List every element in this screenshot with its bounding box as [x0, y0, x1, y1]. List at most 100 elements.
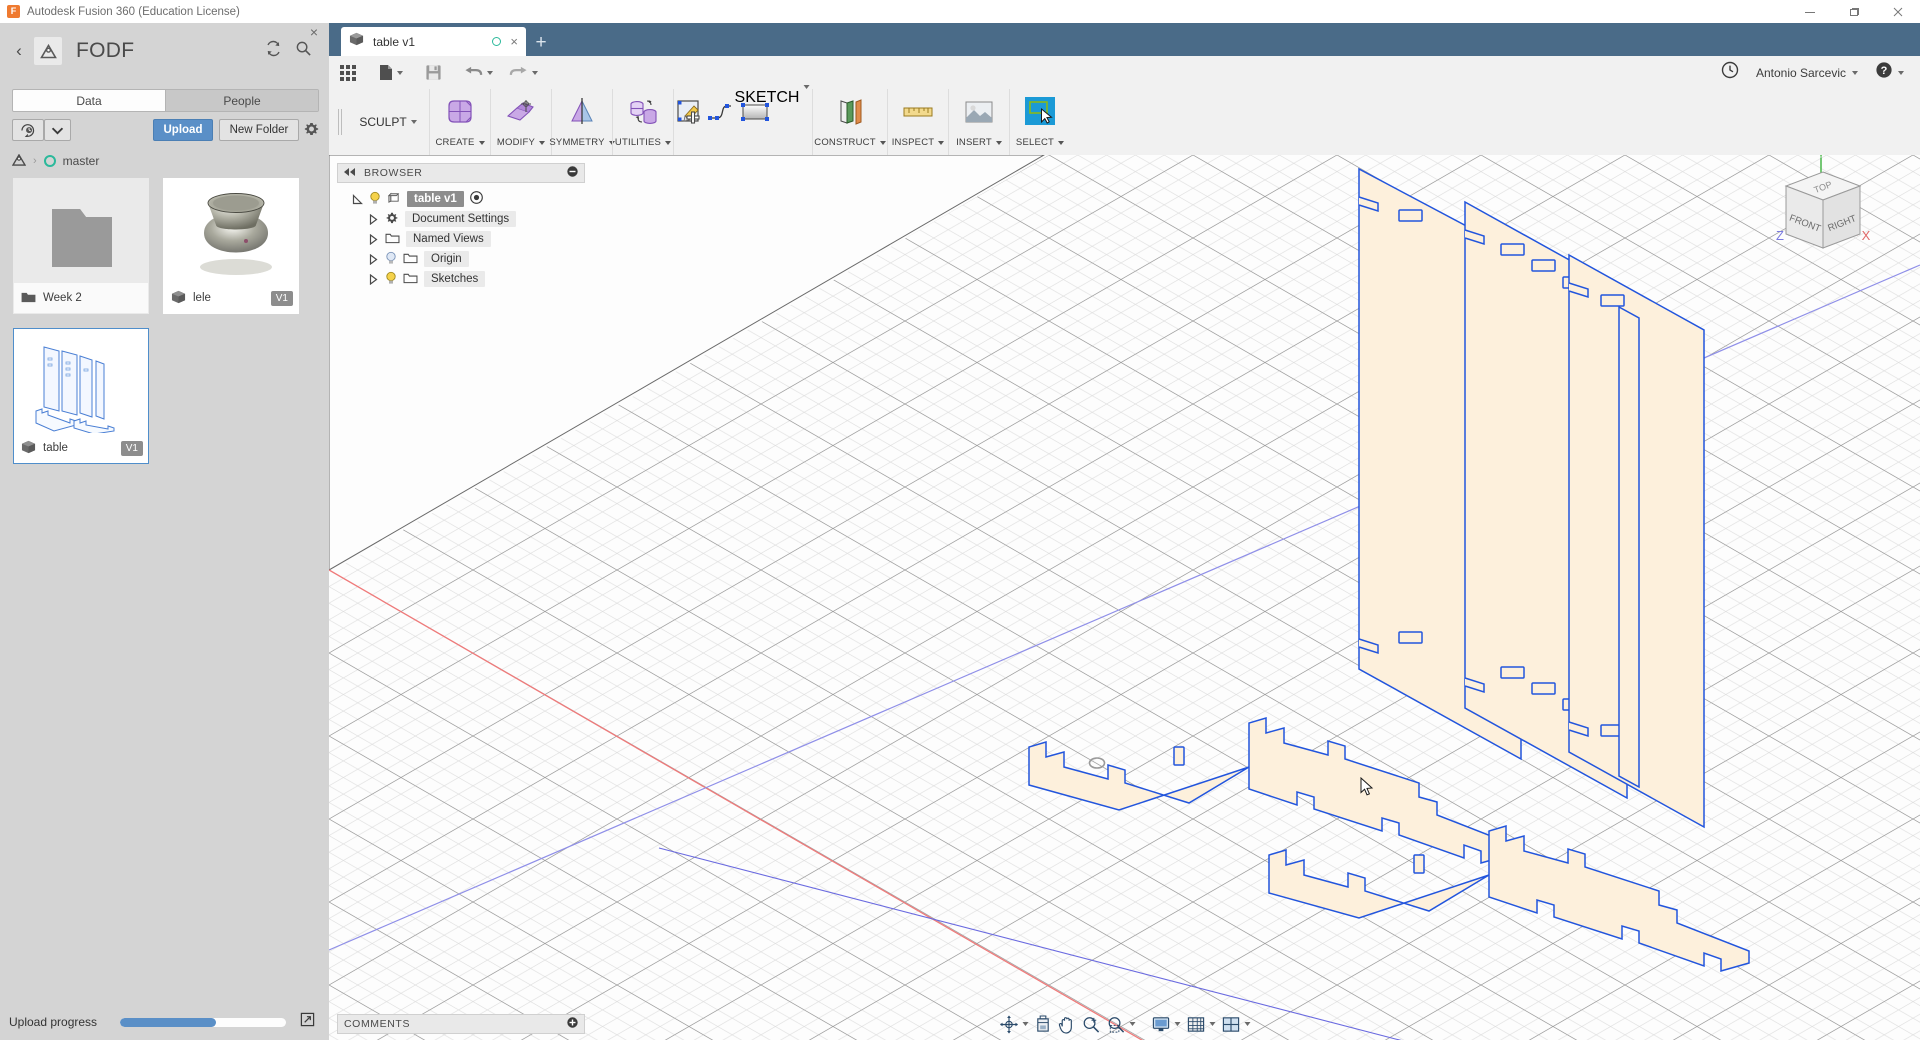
ribbon-insert-button[interactable]: INSERT: [949, 89, 1009, 155]
close-icon[interactable]: [1876, 0, 1920, 23]
data-item-week-2[interactable]: Week 2: [13, 178, 149, 314]
tree-node-named-views[interactable]: Named Views: [337, 229, 585, 249]
data-item-lele[interactable]: lele V1: [163, 178, 299, 314]
expand-icon[interactable]: [300, 1012, 315, 1032]
collapse-left-icon[interactable]: [344, 167, 356, 179]
view-front-icon[interactable]: [1032, 1012, 1053, 1036]
minus-circle-icon[interactable]: [567, 166, 578, 180]
expand-triangle-icon[interactable]: [367, 233, 379, 245]
tree-node-sketches[interactable]: Sketches: [337, 269, 585, 289]
chevron-down-icon[interactable]: [532, 70, 538, 75]
display-settings-icon[interactable]: [1149, 1012, 1182, 1036]
breadcrumb-project[interactable]: master: [63, 154, 100, 168]
expand-triangle-icon[interactable]: [351, 193, 363, 205]
maximize-icon[interactable]: [1832, 0, 1876, 23]
tree-node-table-v1[interactable]: table v1: [337, 189, 585, 209]
ribbon-spline-button[interactable]: [706, 89, 738, 155]
expand-triangle-icon[interactable]: [367, 273, 379, 285]
document-tab-strip: table v1 × +: [329, 23, 1920, 56]
chevron-down-icon[interactable]: [487, 70, 493, 75]
ribbon-modify-button[interactable]: MODIFY: [491, 89, 551, 155]
visibility-eye-icon[interactable]: [469, 191, 483, 207]
data-panel-header-actions: [265, 40, 312, 62]
ribbon-inspect-button[interactable]: INSPECT: [888, 89, 948, 155]
tab-data[interactable]: Data: [13, 90, 165, 111]
ribbon-construct-button[interactable]: CONSTRUCT: [813, 89, 887, 155]
comments-title: COMMENTS: [344, 1018, 411, 1030]
chevron-down-icon[interactable]: [397, 70, 403, 75]
data-item-table[interactable]: table V1: [13, 328, 149, 464]
chevron-down-icon[interactable]: [44, 119, 71, 141]
chevron-down-icon[interactable]: [1129, 1022, 1135, 1026]
plus-circle-icon[interactable]: [567, 1017, 578, 1031]
chevron-down-icon[interactable]: [1244, 1022, 1250, 1026]
expand-triangle-icon[interactable]: [367, 213, 379, 225]
chevron-down-icon[interactable]: [1852, 70, 1858, 75]
bulb-icon[interactable]: [385, 271, 397, 288]
ribbon-grip[interactable]: [329, 89, 347, 155]
pan-hand-icon[interactable]: [1055, 1012, 1077, 1036]
folder-icon: [403, 272, 418, 287]
ribbon-group-insert: INSERT: [948, 89, 1009, 155]
job-status-icon[interactable]: [1721, 61, 1739, 84]
save-icon[interactable]: [425, 56, 442, 89]
undo-icon[interactable]: [464, 56, 493, 89]
hub-icon[interactable]: [11, 153, 27, 169]
chevron-down-icon[interactable]: [1022, 1022, 1028, 1026]
tab-people[interactable]: People: [165, 90, 318, 111]
view-cube[interactable]: Y Z X TOP FRONT RIGHT: [1758, 155, 1888, 270]
design-icon: [171, 290, 186, 307]
gear-icon[interactable]: [302, 120, 321, 144]
bulb-icon[interactable]: [385, 251, 397, 268]
zoom-icon[interactable]: [1079, 1012, 1102, 1036]
tree-node-document-settings[interactable]: Document Settings: [337, 209, 585, 229]
workspace-selector[interactable]: SCULPT: [347, 89, 429, 155]
select-icon: [1022, 95, 1058, 129]
orbit-icon[interactable]: [997, 1012, 1030, 1036]
grid-snaps-icon[interactable]: [1184, 1012, 1217, 1036]
chevron-down-icon: [478, 140, 485, 145]
folder-icon: [21, 291, 36, 306]
ribbon-utilities-button[interactable]: UTILITIES: [613, 89, 673, 155]
bulb-icon[interactable]: [369, 191, 381, 208]
account-area: Antonio Sarcevic ?: [1721, 61, 1904, 84]
viewports-icon[interactable]: [1219, 1012, 1252, 1036]
symmetry-icon: [565, 95, 599, 129]
redo-icon[interactable]: [509, 56, 538, 89]
app-grid-icon[interactable]: [339, 56, 357, 89]
new-folder-button[interactable]: New Folder: [219, 119, 299, 141]
zoom-window-icon[interactable]: [1104, 1012, 1137, 1036]
ribbon-select-button[interactable]: SELECT: [1010, 89, 1070, 155]
ribbon-create-button[interactable]: CREATE: [430, 89, 490, 155]
spline-icon: [706, 95, 738, 129]
chevron-down-icon: [803, 85, 810, 106]
expand-triangle-icon[interactable]: [367, 253, 379, 265]
version-history-icon[interactable]: [12, 119, 44, 141]
help-icon[interactable]: ?: [1875, 61, 1893, 84]
view-cube-axis-z: Z: [1776, 228, 1784, 243]
minimize-icon[interactable]: [1788, 0, 1832, 23]
data-panel-header: ‹ FODF: [0, 31, 329, 71]
folder-thumbnail: [14, 179, 148, 283]
measure-icon: [900, 95, 936, 129]
refresh-icon[interactable]: [265, 40, 282, 62]
search-icon[interactable]: [295, 40, 312, 62]
ribbon-create-sketch-button[interactable]: [674, 89, 706, 155]
chevron-down-icon[interactable]: [1209, 1022, 1215, 1026]
user-name[interactable]: Antonio Sarcevic: [1756, 66, 1846, 80]
ribbon-symmetry-button[interactable]: SYMMETRY: [549, 89, 615, 155]
upload-button[interactable]: Upload: [153, 119, 213, 141]
chevron-down-icon[interactable]: [1898, 70, 1904, 75]
chevron-down-icon[interactable]: [1174, 1022, 1180, 1026]
close-icon[interactable]: ×: [510, 35, 518, 48]
comments-panel[interactable]: COMMENTS: [337, 1014, 585, 1034]
design-canvas[interactable]: Y Z X TOP FRONT RIGHT BROWSER table v1 D…: [329, 155, 1920, 1040]
back-button[interactable]: ‹: [6, 41, 32, 61]
new-tab-button[interactable]: +: [526, 30, 556, 56]
ribbon-select-label: SELECT: [1015, 137, 1055, 148]
tree-node-label: Named Views: [406, 231, 491, 247]
view-cube-axis-y: Y: [1817, 155, 1825, 162]
tree-node-origin[interactable]: Origin: [337, 249, 585, 269]
document-tab-table-v1[interactable]: table v1 ×: [341, 27, 526, 56]
file-icon[interactable]: [379, 56, 403, 89]
